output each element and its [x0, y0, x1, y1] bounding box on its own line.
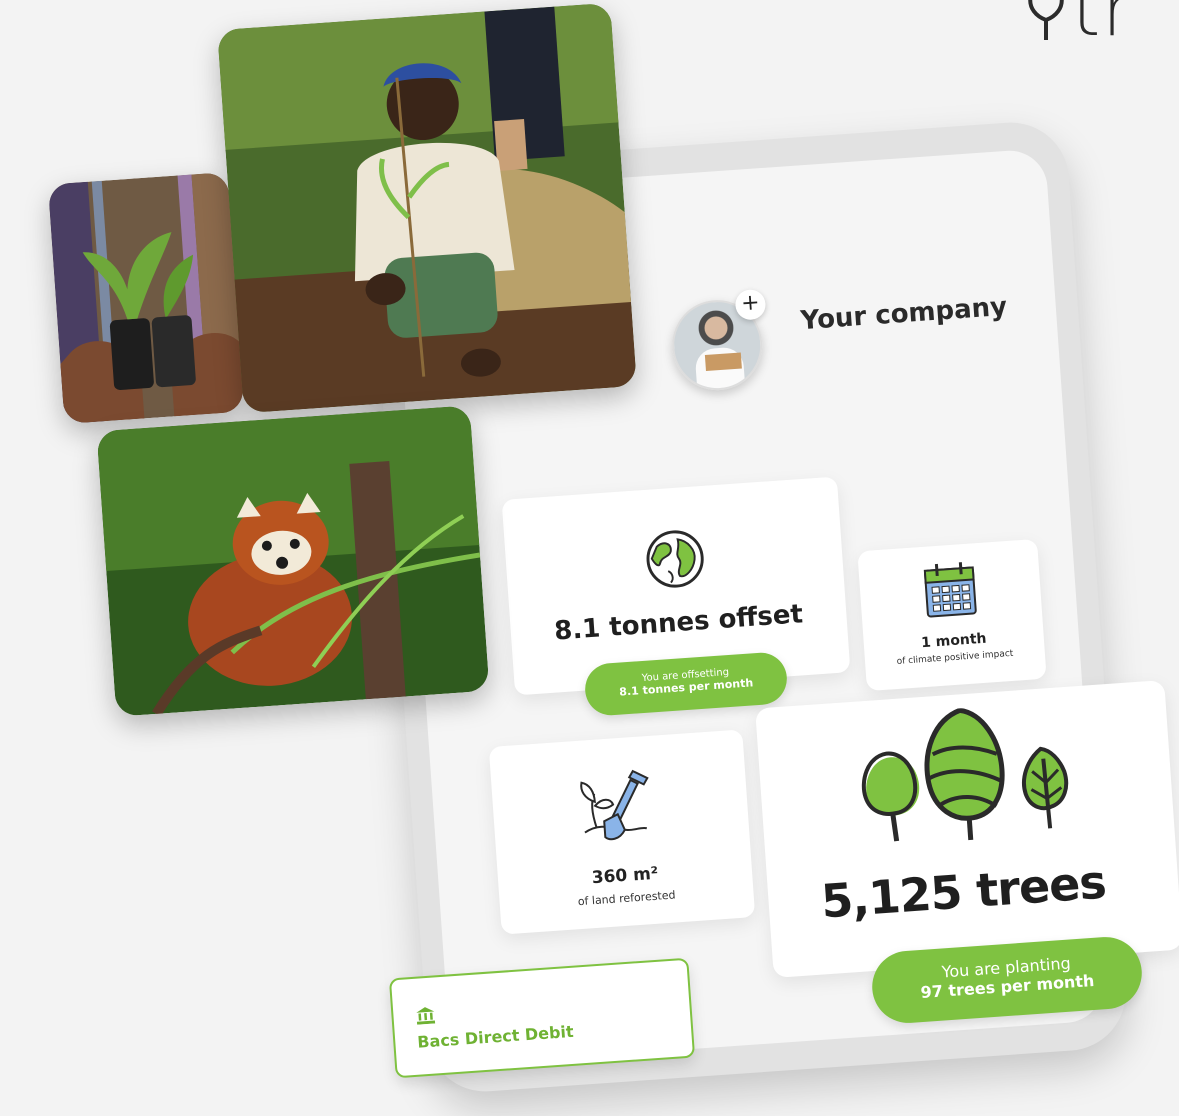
brand-wordmark: tr	[1072, 0, 1134, 52]
land-reforested-card: 360 m² of land reforested	[488, 729, 756, 935]
payment-method-label: Bacs Direct Debit	[416, 1021, 575, 1052]
impact-duration-card: 1 month of climate positive impact	[857, 538, 1047, 692]
globe-icon	[646, 530, 704, 588]
payment-method-option[interactable]: Bacs Direct Debit	[388, 957, 696, 1079]
seedling-photo	[47, 172, 245, 424]
calendar-icon	[923, 562, 977, 618]
brand-logo: tr	[1020, 0, 1179, 58]
offset-value: 8.1 tonnes offset	[553, 599, 804, 647]
brand-leaf-icon	[1028, 0, 1064, 40]
trees-planted-card: 5,125 trees	[755, 680, 1179, 978]
shovel-sapling-icon	[580, 769, 649, 841]
company-name: Your company	[799, 291, 1008, 337]
red-panda-photo	[96, 405, 490, 717]
bank-icon	[416, 1007, 436, 1025]
avatar-parcel	[704, 352, 742, 371]
trees-planted-value: 5,125 trees	[819, 854, 1108, 929]
farmer-planting-photo	[217, 2, 637, 414]
trees-icon	[861, 707, 1069, 842]
